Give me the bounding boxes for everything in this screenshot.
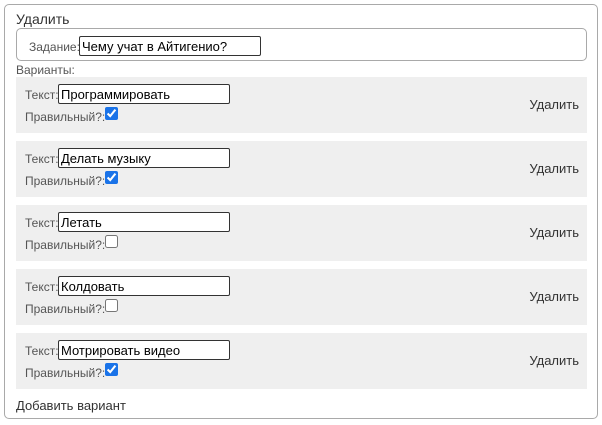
variant-text-input[interactable] <box>58 340 230 360</box>
delete-question-button[interactable]: Удалить <box>16 11 69 27</box>
variant-row: Текст: Правильный?: Удалить <box>16 205 587 261</box>
variant-text-input[interactable] <box>58 212 230 232</box>
variant-correct-label: Правильный?: <box>25 302 106 316</box>
variant-correct-label: Правильный?: <box>25 366 106 380</box>
variant-correct-checkbox[interactable] <box>105 171 118 184</box>
variant-text-label: Текст: <box>25 280 59 294</box>
question-card: Удалить Задание: Варианты: Текст: Правил… <box>4 4 598 419</box>
variant-row: Текст: Правильный?: Удалить <box>16 269 587 325</box>
delete-variant-button[interactable]: Удалить <box>529 161 579 176</box>
delete-variant-button[interactable]: Удалить <box>529 225 579 240</box>
variant-correct-checkbox[interactable] <box>105 107 118 120</box>
task-input[interactable] <box>79 36 261 56</box>
variant-text-label: Текст: <box>25 88 59 102</box>
variant-text-label: Текст: <box>25 152 59 166</box>
task-fieldset: Задание: <box>16 28 587 61</box>
variant-correct-label: Правильный?: <box>25 238 106 252</box>
variant-correct-checkbox[interactable] <box>105 235 118 248</box>
delete-variant-button[interactable]: Удалить <box>529 97 579 112</box>
variant-text-label: Текст: <box>25 344 59 358</box>
variant-correct-checkbox[interactable] <box>105 299 118 312</box>
variants-label: Варианты: <box>16 63 75 77</box>
variant-correct-checkbox[interactable] <box>105 363 118 376</box>
variant-text-input[interactable] <box>58 276 230 296</box>
variant-text-input[interactable] <box>58 148 230 168</box>
delete-variant-button[interactable]: Удалить <box>529 353 579 368</box>
delete-variant-button[interactable]: Удалить <box>529 289 579 304</box>
task-label: Задание: <box>29 40 80 54</box>
variant-correct-label: Правильный?: <box>25 174 106 188</box>
variant-text-input[interactable] <box>58 84 230 104</box>
add-variant-button[interactable]: Добавить вариант <box>16 398 126 413</box>
variant-row: Текст: Правильный?: Удалить <box>16 77 587 133</box>
variant-correct-label: Правильный?: <box>25 110 106 124</box>
variant-text-label: Текст: <box>25 216 59 230</box>
variant-row: Текст: Правильный?: Удалить <box>16 333 587 389</box>
variant-row: Текст: Правильный?: Удалить <box>16 141 587 197</box>
